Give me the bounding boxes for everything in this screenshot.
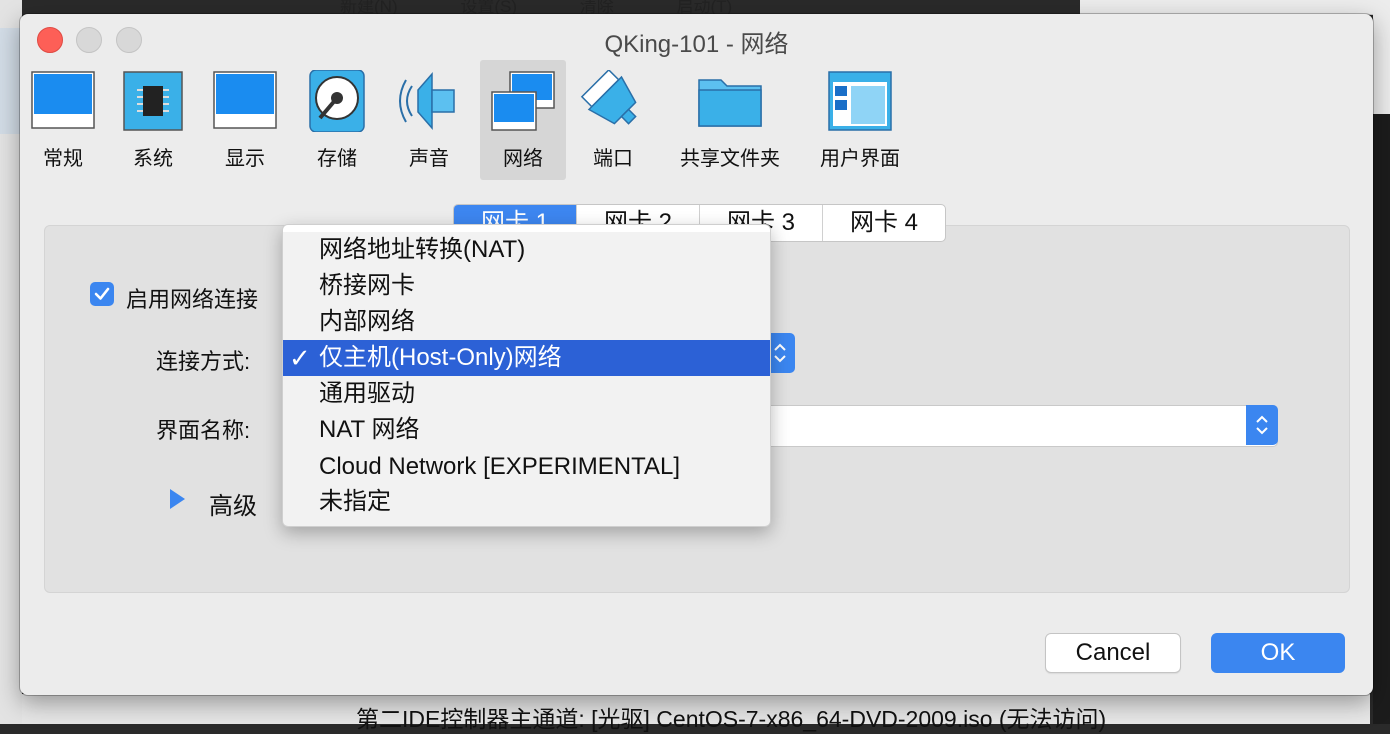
attached-to-dropdown-menu: 网络地址转换(NAT) 桥接网卡 内部网络 ✓ 仅主机(Host-Only)网络… (282, 224, 771, 527)
updown-chevron-icon (774, 343, 786, 363)
menu-item-generic[interactable]: 通用驱动 (283, 376, 770, 412)
background-preview (1373, 114, 1390, 724)
toolbar-item-audio[interactable]: 声音 (386, 60, 472, 180)
network-icon (491, 71, 555, 131)
window-title: QKing-101 - 网络 (604, 31, 789, 58)
toolbar-item-user-interface[interactable]: 用户界面 (810, 60, 910, 180)
toolbar-label-display: 显示 (225, 148, 265, 170)
toolbar-item-shared-folders[interactable]: 共享文件夹 (680, 60, 780, 180)
monitor-icon (31, 71, 95, 129)
cancel-button[interactable]: Cancel (1045, 633, 1181, 673)
menu-item-nat-network[interactable]: NAT 网络 (283, 412, 770, 448)
toolbar-label-ports: 端口 (593, 148, 633, 170)
port-icon (580, 70, 637, 125)
background-storage-detail: 第二IDE控制器主通道: [光驱] CentOS-7-x86_64-DVD-20… (356, 706, 1107, 732)
updown-chevron-icon (1256, 415, 1268, 435)
checkmark-icon: ✓ (289, 343, 311, 373)
toolbar-item-storage[interactable]: 存储 (294, 60, 380, 180)
menu-item-host-only[interactable]: ✓ 仅主机(Host-Only)网络 (283, 340, 770, 376)
attached-to-label: 连接方式: (156, 349, 251, 374)
interface-name-stepper[interactable] (1246, 405, 1278, 445)
toolbar-label-user-interface: 用户界面 (820, 148, 900, 170)
toolbar-label-shared-folders: 共享文件夹 (680, 148, 780, 170)
ui-window-icon (828, 71, 892, 131)
folder-icon (698, 79, 762, 127)
chip-icon (123, 71, 183, 131)
background-right-panel (1373, 14, 1390, 114)
tab-adapter-4[interactable]: 网卡 4 (823, 205, 945, 241)
toolbar-label-storage: 存储 (317, 148, 357, 170)
toolbar-item-ports[interactable]: 端口 (570, 60, 656, 180)
toolbar-label-system: 系统 (133, 148, 173, 170)
checkmark-icon (94, 287, 110, 300)
menu-item-nat[interactable]: 网络地址转换(NAT) (283, 232, 770, 268)
disclosure-triangle-icon[interactable] (170, 489, 185, 509)
toolbar-item-display[interactable]: 显示 (202, 60, 288, 180)
menu-top-edge (283, 225, 770, 232)
interface-name-select[interactable] (760, 405, 1278, 447)
menu-item-bridged[interactable]: 桥接网卡 (283, 268, 770, 304)
enable-adapter-checkbox[interactable] (90, 282, 114, 306)
menu-item-internal[interactable]: 内部网络 (283, 304, 770, 340)
enable-adapter-label: 启用网络连接 (126, 287, 259, 312)
toolbar-item-general[interactable]: 常规 (20, 60, 106, 180)
interface-name-label: 界面名称: (156, 418, 251, 443)
display-icon (213, 71, 277, 129)
background-toolbar (1080, 0, 1390, 15)
speaker-icon (399, 72, 455, 130)
toolbar-item-system[interactable]: 系统 (110, 60, 196, 180)
toolbar-item-network[interactable]: 网络 (480, 60, 566, 180)
menu-item-cloud-network[interactable]: Cloud Network [EXPERIMENTAL] (283, 449, 770, 485)
toolbar-label-network: 网络 (503, 148, 543, 170)
ok-button[interactable]: OK (1211, 633, 1345, 673)
toolbar-label-general: 常规 (43, 148, 83, 170)
advanced-label[interactable]: 高级 (209, 486, 257, 521)
disk-icon (309, 70, 365, 132)
toolbar-label-audio: 声音 (409, 148, 449, 170)
background-window-band (0, 28, 22, 134)
background-details-right (1080, 694, 1370, 724)
menu-item-not-attached[interactable]: 未指定 (283, 484, 770, 520)
